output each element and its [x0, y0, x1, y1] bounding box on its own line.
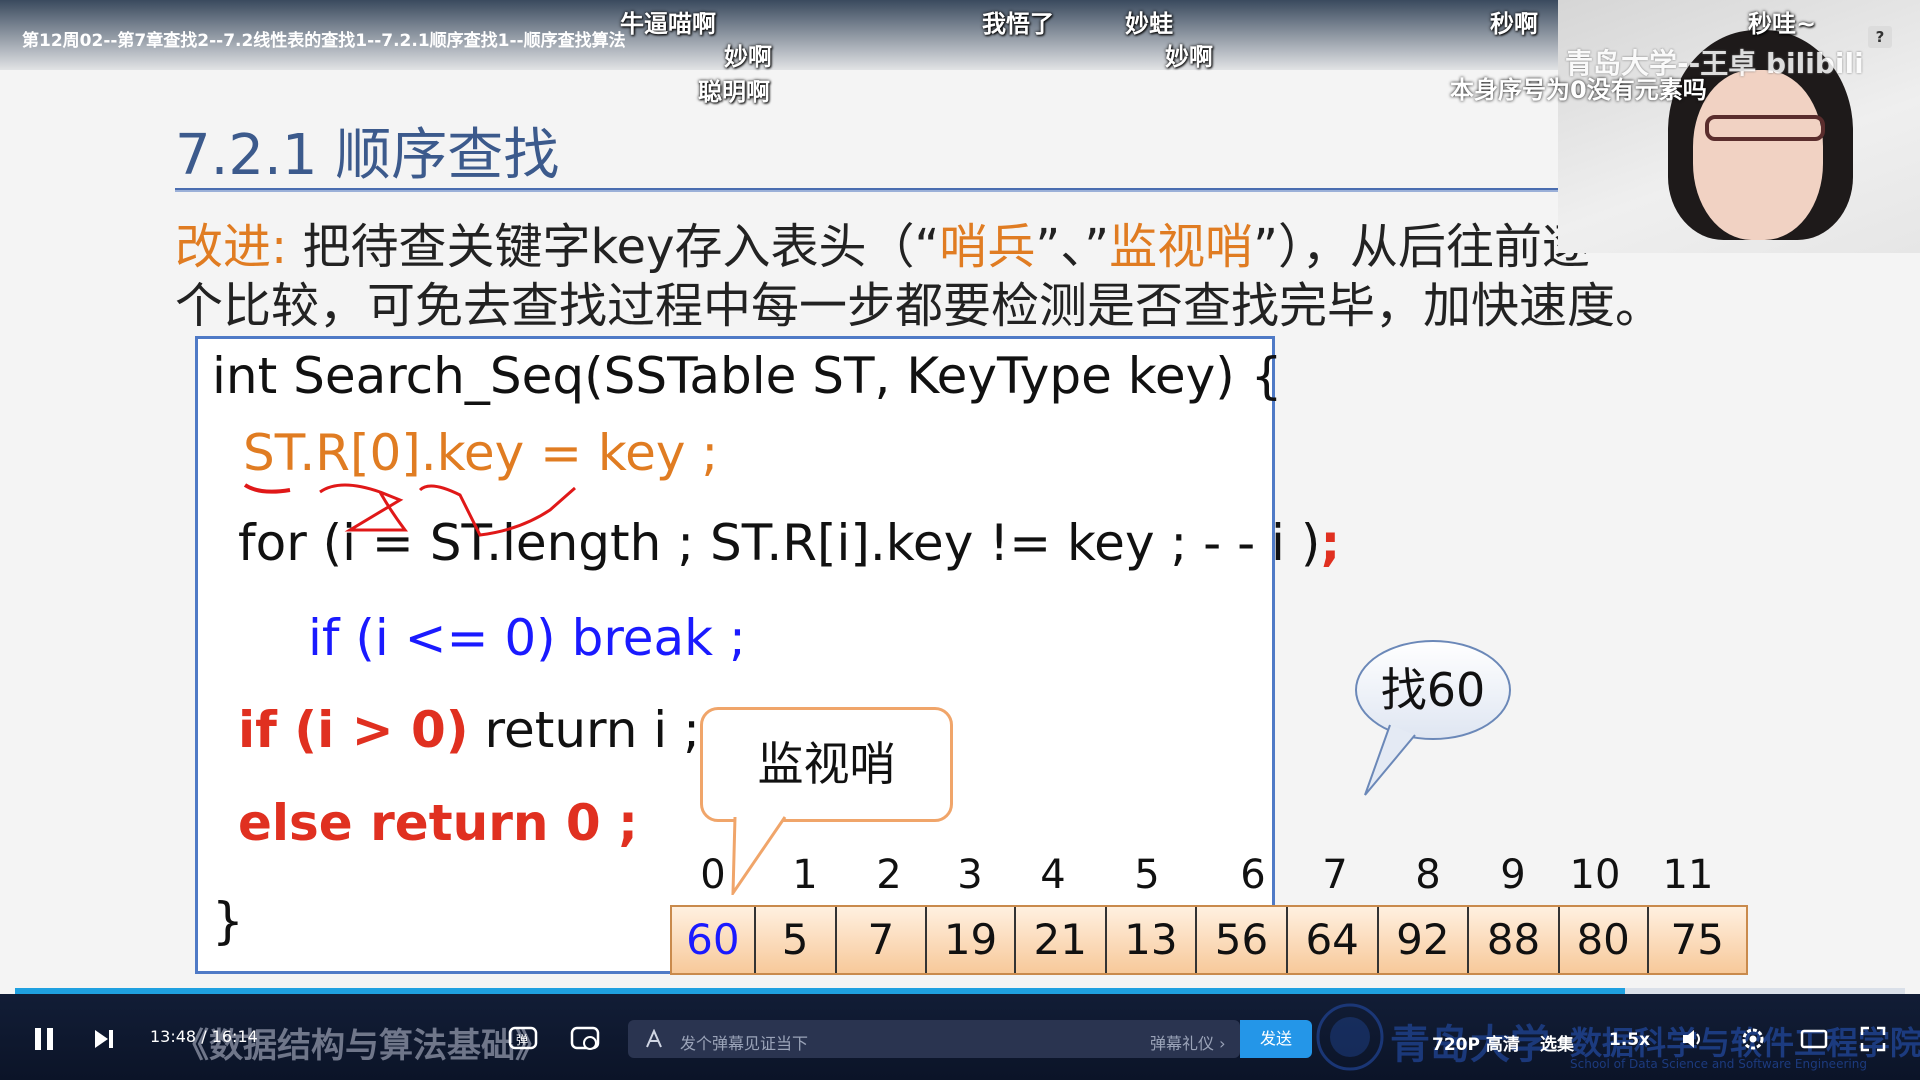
array-cell: 13 [1107, 907, 1198, 973]
widescreen-icon[interactable] [1800, 1028, 1828, 1050]
send-button[interactable]: 发送 [1240, 1020, 1312, 1058]
array-cell: 75 [1670, 915, 1724, 964]
danmaku-item: 本身序号为0没有元素吗 [1450, 76, 1707, 104]
array-cell: 64 [1288, 907, 1379, 973]
code-line-if-break: if (i <= 0) break ; [308, 609, 746, 667]
danmaku-item: 妙蛙 [1125, 10, 1173, 38]
time-separator: / [201, 1027, 207, 1046]
code-line-else: else return 0 ; [238, 794, 639, 852]
episodes-button[interactable]: 选集 [1540, 1030, 1574, 1055]
code-return-i: return i ; [468, 701, 700, 759]
volume-icon[interactable] [1680, 1027, 1706, 1051]
code-for-semicolon: ; [1320, 514, 1341, 572]
code-line-return-i: if (i > 0) return i ; [238, 701, 700, 759]
danmaku-item: 秒哇~ [1748, 10, 1817, 38]
array-cell: 88 [1469, 907, 1560, 973]
danmaku-settings-icon[interactable] [570, 1025, 600, 1053]
array-cell: 80 [1560, 907, 1649, 973]
pen-annotation [243, 483, 576, 537]
array-index: 4 [1040, 852, 1066, 898]
monitor-bubble: 监视哨 [700, 707, 953, 822]
find-bubble-tail [1364, 724, 1416, 796]
code-line-close: } [212, 892, 244, 950]
instructor-face [1693, 70, 1823, 240]
text-style-icon[interactable] [644, 1029, 664, 1049]
array-index: 10 [1569, 852, 1621, 898]
array-cell-sentinel: 60 [672, 907, 756, 973]
time-total: 16:14 [211, 1027, 258, 1046]
array-index: 6 [1240, 852, 1266, 898]
code-if-cond: if (i > 0) [238, 701, 469, 759]
section-title: 7.2.1 顺序查找 [175, 123, 560, 188]
speed-button[interactable]: 1.5x [1609, 1030, 1650, 1050]
danmaku-item: 我悟了 [982, 10, 1054, 38]
svg-text:弹: 弹 [516, 1033, 528, 1047]
array-index: 8 [1415, 852, 1441, 898]
array-cell: 19 [927, 907, 1016, 973]
quality-button[interactable]: 720P 高清 [1432, 1030, 1520, 1055]
array-index: 11 [1662, 852, 1714, 898]
array-index: 5 [1134, 852, 1160, 898]
danmaku-item: 妙啊 [1165, 43, 1213, 71]
array-index: 7 [1322, 852, 1348, 898]
danmaku-item: 妙啊 [724, 43, 772, 71]
array-table: 60 5 7 19 21 13 56 64 92 88 80 75 [670, 905, 1748, 975]
danmaku-etiquette-link[interactable]: 弹幕礼仪 › [1150, 1030, 1226, 1054]
array-index: 0 [700, 852, 726, 898]
danmaku-toggle-icon[interactable]: 弹 [508, 1025, 538, 1053]
video-title: 第12周02--第7章查找2--7.2线性表的查找1--7.2.1顺序查找1--… [22, 31, 626, 51]
video-player[interactable]: 7.2.1 顺序查找 改进: 把待查关键字key存入表头（“哨兵”、”监视哨”）… [0, 0, 1920, 1080]
array-cell: 92 [1379, 907, 1470, 973]
next-icon[interactable] [92, 1028, 116, 1050]
pause-icon[interactable] [32, 1025, 56, 1053]
array-cell: 7 [837, 907, 928, 973]
time-display: 13:48 / 16:14 [150, 1027, 258, 1046]
danmaku-item: 聪明啊 [698, 78, 770, 106]
slide-text-line2: 个比较，可免去查找过程中每一步都要检测是否查找完毕，加快速度。 [175, 278, 1664, 334]
university-seal [1316, 1003, 1384, 1071]
array-cell: 21 [1016, 907, 1107, 973]
institute-name-en: School of Data Science and Software Engi… [1570, 1057, 1867, 1071]
instructor-glasses [1705, 115, 1825, 141]
array-index: 3 [957, 852, 983, 898]
array-cell: 56 [1197, 907, 1288, 973]
danmaku-item: 秒啊 [1490, 10, 1538, 38]
danmaku-item: 牛逼喵啊 [620, 10, 716, 38]
array-index: 9 [1500, 852, 1526, 898]
array-cell: 5 [756, 907, 837, 973]
help-button[interactable]: ? [1868, 26, 1892, 48]
fullscreen-icon[interactable] [1860, 1026, 1886, 1052]
title-divider [175, 188, 1565, 192]
array-index: 2 [876, 852, 902, 898]
time-current: 13:48 [150, 1027, 197, 1046]
array-index: 1 [792, 852, 818, 898]
code-line-signature: int Search_Seq(SSTable ST, KeyType key) … [212, 347, 1283, 405]
settings-gear-icon[interactable] [1740, 1026, 1766, 1052]
danmaku-placeholder: 发个弹幕见证当下 [680, 1034, 809, 1053]
webcam-feed [1558, 0, 1920, 253]
